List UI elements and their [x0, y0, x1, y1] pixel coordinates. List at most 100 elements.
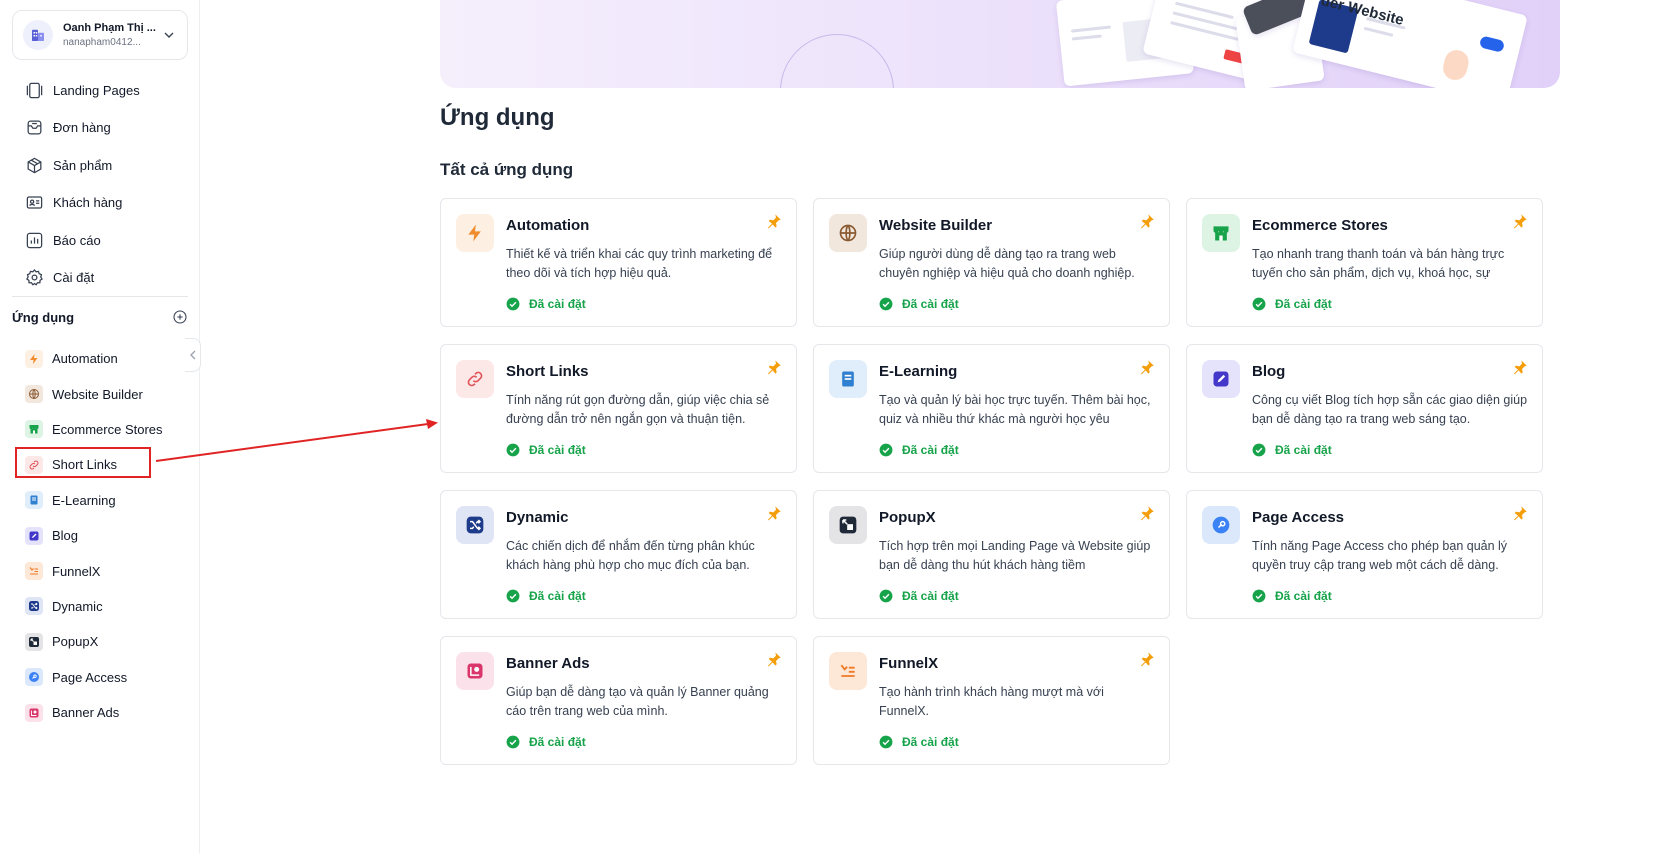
- globe-icon: [25, 385, 43, 404]
- app-card-funnelx[interactable]: FunnelX Tạo hành trình khách hàng mượt m…: [813, 636, 1170, 765]
- account-switcher[interactable]: Oanh Phạm Thị ... nanapham0412...: [12, 10, 188, 60]
- nav-settings[interactable]: Cài đặt: [12, 260, 188, 296]
- sidebar-apps-header: Ứng dụng: [12, 305, 188, 329]
- sidebar-collapse-button[interactable]: [185, 338, 201, 372]
- app-card-status-label: Đã cài đặt: [902, 589, 959, 603]
- banner-icon: [25, 703, 43, 722]
- banner-mockup-card: [1292, 0, 1528, 88]
- app-card-title: Automation: [506, 217, 590, 234]
- sidebar-app-dynamic[interactable]: Dynamic: [12, 589, 188, 624]
- pen-icon: [25, 526, 43, 545]
- pin-icon[interactable]: [766, 651, 782, 667]
- app-card-ecommerce-stores[interactable]: Ecommerce Stores Tạo nhanh trang thanh t…: [1186, 198, 1543, 327]
- sidebar-app-label: Short Links: [52, 457, 118, 473]
- app-card-status-label: Đã cài đặt: [902, 297, 959, 311]
- app-card-status-label: Đã cài đặt: [529, 297, 586, 311]
- app-card-title: Page Access: [1252, 509, 1345, 526]
- app-card-description: Tính năng Page Access cho phép bạn quản …: [1252, 539, 1508, 572]
- nav-reports[interactable]: Báo cáo: [12, 222, 188, 258]
- app-card-short-links[interactable]: Short Links Tính năng rút gọn đường dẫn,…: [440, 344, 797, 473]
- key-icon: [1202, 506, 1240, 544]
- pin-icon[interactable]: [1512, 505, 1528, 521]
- nav-label: Khách hàng: [53, 195, 123, 210]
- nav-label: Landing Pages: [53, 82, 140, 98]
- app-grid: Automation Thiết kế và triển khai các qu…: [440, 198, 1543, 765]
- nav-landing-pages[interactable]: Landing Pages: [12, 72, 188, 108]
- check-circle-icon: [506, 297, 520, 311]
- nav-customers[interactable]: Khách hàng: [12, 185, 188, 221]
- nav-label: Đơn hàng: [53, 120, 111, 135]
- app-card-title: Dynamic: [506, 509, 569, 526]
- sidebar-app-short-links[interactable]: Short Links: [12, 447, 188, 482]
- sidebar-app-blog[interactable]: Blog: [12, 518, 188, 553]
- sidebar-app-page-access[interactable]: Page Access: [12, 660, 188, 695]
- app-card-title: E-Learning: [879, 363, 958, 380]
- sidebar-app-automation[interactable]: Automation: [12, 341, 188, 376]
- reports-icon: [26, 232, 43, 248]
- products-icon: [27, 157, 42, 173]
- pin-icon[interactable]: [766, 505, 782, 521]
- pin-icon[interactable]: [1512, 213, 1528, 229]
- app-card-status-label: Đã cài đặt: [529, 443, 586, 457]
- sidebar-app-label: Page Access: [52, 669, 128, 685]
- sidebar-app-popupx[interactable]: PopupX: [12, 624, 188, 659]
- chevron-down-icon: [164, 32, 174, 38]
- pin-icon[interactable]: [1139, 651, 1155, 667]
- sidebar: Oanh Phạm Thị ... nanapham0412... Landin…: [0, 0, 201, 853]
- app-card-dynamic[interactable]: Dynamic Các chiến dịch để nhắm đến từng …: [440, 490, 797, 619]
- pin-icon[interactable]: [1139, 359, 1155, 375]
- account-email: nanapham0412...: [63, 37, 141, 48]
- check-circle-icon: [1252, 589, 1266, 603]
- funnel-icon: [829, 652, 867, 690]
- link-icon: [25, 455, 43, 474]
- app-card-description: Tạo và quản lý bài học trực tuyến. Thêm …: [879, 393, 1151, 426]
- sidebar-app-website-builder[interactable]: Website Builder: [12, 376, 188, 411]
- sidebar-app-e-learning[interactable]: E-Learning: [12, 483, 188, 518]
- key-icon: [25, 668, 43, 687]
- app-card-description: Các chiến dịch để nhắm đến từng phân khú…: [506, 539, 755, 572]
- check-circle-icon: [1252, 443, 1266, 457]
- sidebar-app-label: FunnelX: [52, 563, 101, 579]
- app-card-e-learning[interactable]: E-Learning Tạo và quản lý bài học trực t…: [813, 344, 1170, 473]
- app-card-website-builder[interactable]: Website Builder Giúp người dùng dễ dàng …: [813, 198, 1170, 327]
- app-card-title: Blog: [1252, 363, 1286, 380]
- sidebar-app-funnelx[interactable]: FunnelX: [12, 553, 188, 588]
- nav-label: Báo cáo: [53, 232, 101, 248]
- sidebar-app-label: Banner Ads: [52, 705, 120, 721]
- pin-icon[interactable]: [1139, 213, 1155, 229]
- app-card-description: Thiết kế và triển khai các quy trình mar…: [506, 247, 773, 280]
- store-icon: [25, 420, 43, 439]
- app-card-status: Đã cài đặt: [879, 297, 959, 311]
- book-icon: [25, 491, 43, 510]
- nav-label: Cài đặt: [53, 270, 95, 285]
- page-title: Ứng dụng: [440, 104, 555, 131]
- app-card-status-label: Đã cài đặt: [529, 589, 586, 603]
- add-app-icon[interactable]: [172, 309, 188, 325]
- app-card-popupx[interactable]: PopupX Tích hợp trên mọi Landing Page và…: [813, 490, 1170, 619]
- pin-icon[interactable]: [766, 359, 782, 375]
- banner-decor-circle: [780, 34, 894, 88]
- shuffle-icon: [25, 597, 43, 616]
- shuffle-icon: [456, 506, 494, 544]
- sidebar-app-banner-ads[interactable]: Banner Ads: [12, 695, 188, 730]
- app-card-automation[interactable]: Automation Thiết kế và triển khai các qu…: [440, 198, 797, 327]
- sidebar-apps-title: Ứng dụng: [12, 309, 75, 325]
- app-card-status: Đã cài đặt: [506, 297, 586, 311]
- orders-icon: [27, 120, 42, 135]
- sidebar-app-label: PopupX: [52, 634, 99, 650]
- sidebar-app-ecommerce-stores[interactable]: Ecommerce Stores: [12, 412, 188, 447]
- nav-products[interactable]: Sản phẩm: [12, 147, 188, 183]
- app-card-blog[interactable]: Blog Công cụ viết Blog tích hợp sẵn các …: [1186, 344, 1543, 473]
- app-card-page-access[interactable]: Page Access Tính năng Page Access cho ph…: [1186, 490, 1543, 619]
- account-name: Oanh Phạm Thị ...: [63, 22, 156, 34]
- app-card-title: Website Builder: [879, 217, 993, 234]
- app-card-banner-ads[interactable]: Banner Ads Giúp bạn dễ dàng tạo và quản …: [440, 636, 797, 765]
- pin-icon[interactable]: [1512, 359, 1528, 375]
- nav-orders[interactable]: Đơn hàng: [12, 110, 188, 146]
- app-card-status-label: Đã cài đặt: [1275, 589, 1332, 603]
- app-card-status-label: Đã cài đặt: [1275, 443, 1332, 457]
- pin-icon[interactable]: [766, 213, 782, 229]
- pin-icon[interactable]: [1139, 505, 1155, 521]
- app-card-status: Đã cài đặt: [879, 589, 959, 603]
- check-circle-icon: [879, 735, 893, 749]
